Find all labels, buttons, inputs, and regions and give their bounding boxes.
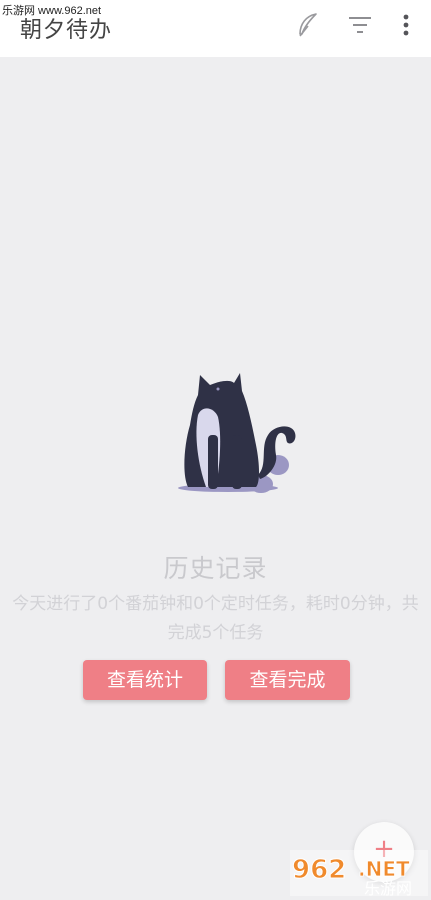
filter-icon[interactable] bbox=[349, 16, 371, 34]
history-title: 历史记录 bbox=[163, 554, 268, 583]
history-description: 今天进行了0个番茄钟和0个定时任务，耗时0分钟，共完成5个任务 bbox=[12, 594, 419, 643]
logo-name: 乐游网 bbox=[364, 879, 412, 896]
view-completed-button[interactable]: 查看完成 bbox=[225, 660, 350, 700]
app-bar: 乐游网 www.962.net 朝夕待办 bbox=[0, 0, 431, 57]
more-vertical-icon[interactable] bbox=[402, 14, 410, 36]
view-stats-button[interactable]: 查看统计 bbox=[83, 660, 207, 700]
feather-icon[interactable] bbox=[296, 12, 320, 38]
cat-illustration bbox=[178, 373, 296, 493]
logo-number: 962 bbox=[292, 855, 346, 885]
app-title: 朝夕待办 bbox=[20, 18, 113, 43]
watermark-logo: 962 .NET 乐游网 bbox=[290, 850, 428, 896]
logo-net: .NET bbox=[358, 857, 410, 881]
